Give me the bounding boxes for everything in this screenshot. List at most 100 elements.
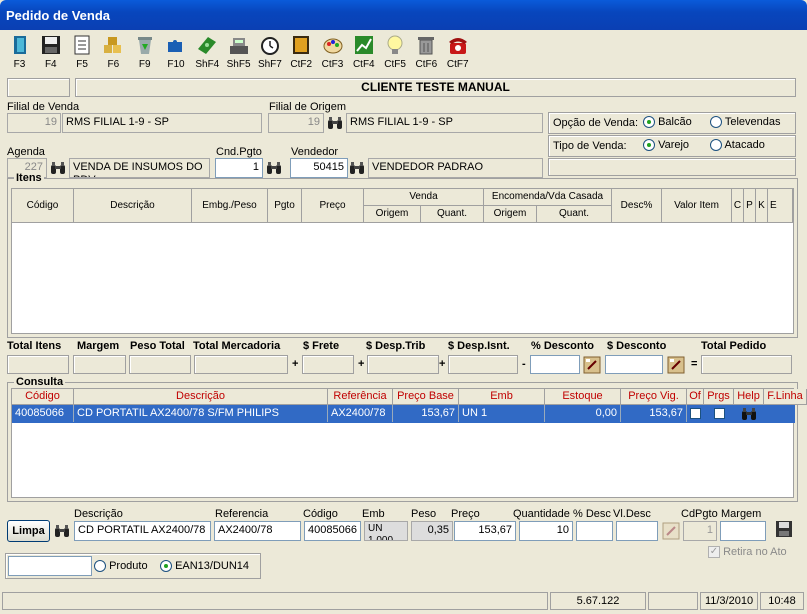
consulta-group: Consulta Código Descrição Referência Preço … — [7, 376, 807, 502]
itens-col-venda-origem[interactable]: Origem — [364, 206, 421, 223]
equals-sign: = — [691, 358, 698, 370]
toolbar-button-ctf6[interactable]: CtF6 — [411, 32, 442, 74]
itens-col-c[interactable]: C — [732, 189, 744, 223]
vendedor-code[interactable]: 50415 — [290, 158, 348, 178]
radio-varejo[interactable]: Varejo — [643, 139, 689, 152]
itens-col-codigo[interactable]: Código — [12, 189, 74, 223]
radio-balcao[interactable]: Balcão — [643, 116, 692, 129]
binoculars-icon[interactable] — [50, 160, 66, 176]
prgs-checkbox[interactable] — [713, 408, 725, 419]
itens-col-venda-quant[interactable]: Quant. — [421, 206, 484, 223]
vl-desc-label: Vl.Desc — [613, 508, 651, 520]
margem-input[interactable] — [720, 521, 766, 541]
limpa-button[interactable]: Limpa — [7, 520, 50, 542]
itens-col-enc-origem[interactable]: Origem — [484, 206, 537, 223]
filial-origem-label: Filial de Origem — [269, 101, 347, 113]
toolbar-button-shf5[interactable]: ShF5 — [223, 32, 254, 74]
itens-col-p[interactable]: P — [744, 189, 756, 223]
consulta-col-3[interactable]: Preço Base — [393, 389, 459, 405]
desconto-input[interactable] — [605, 355, 663, 374]
itens-col-pgto[interactable]: Pgto — [268, 189, 302, 223]
toolbar-key-label: ShF5 — [226, 59, 251, 70]
consulta-col-10[interactable]: F.Linha — [764, 389, 807, 405]
preco-input[interactable]: 153,67 — [454, 521, 516, 541]
consulta-col-2[interactable]: Referência — [328, 389, 393, 405]
toolbar-button-ctf2[interactable]: CtF2 — [286, 32, 317, 74]
toolbar-button-ctf5[interactable]: CtF5 — [380, 32, 411, 74]
toolbar-button-f6[interactable]: F6 — [98, 32, 129, 74]
retira-checkbox[interactable]: ✓ Retira no Ato — [708, 546, 787, 559]
toolbar-button-f9[interactable]: F9 — [129, 32, 160, 74]
toolbar-key-label: F10 — [167, 59, 185, 70]
filial-venda-code[interactable]: 19 — [7, 113, 61, 133]
total-itens-field — [7, 355, 69, 374]
itens-col-encomenda[interactable]: Encomenda/Vda Casada — [484, 189, 612, 206]
save-icon[interactable] — [775, 520, 793, 538]
toolbar-button-ctf4[interactable]: CtF4 — [348, 32, 379, 74]
itens-col-desc[interactable]: Desc% — [612, 189, 662, 223]
radio-ean[interactable]: EAN13/DUN14 — [160, 560, 249, 573]
margem-label: Margem — [721, 508, 762, 520]
binoculars-icon[interactable] — [54, 523, 70, 539]
itens-col-valor[interactable]: Valor Item — [662, 189, 732, 223]
toolbar-button-ctf7[interactable]: CtF7 — [442, 32, 473, 74]
peso-field: 0,35 — [411, 521, 453, 541]
toolbar-key-label: F6 — [107, 59, 120, 70]
itens-col-enc-quant[interactable]: Quant. — [537, 206, 612, 223]
calculator-icon[interactable] — [583, 356, 601, 374]
help-binoculars-icon[interactable] — [741, 406, 757, 425]
quantidade-input[interactable]: 10 — [519, 521, 573, 541]
codigo-label: Código — [303, 508, 338, 520]
itens-col-embg[interactable]: Embg./Peso — [192, 189, 268, 223]
pct-desc-input[interactable] — [576, 521, 613, 541]
toolbar-button-ctf3[interactable]: CtF3 — [317, 32, 348, 74]
consulta-row[interactable]: 40085066 CD PORTATIL AX2400/78 S/FM PHILI… — [12, 405, 795, 423]
consulta-col-8[interactable]: Prgs — [704, 389, 734, 405]
radio-televendas[interactable]: Televendas — [710, 116, 781, 129]
consulta-col-1[interactable]: Descrição — [74, 389, 328, 405]
calculator-icon[interactable] — [662, 522, 680, 540]
codigo-input[interactable]: 40085066 — [304, 521, 361, 541]
consulta-grid[interactable]: Código Descrição Referência Preço Base Emb Es… — [11, 388, 807, 498]
toolbar-key-label: CtF3 — [321, 59, 344, 70]
referencia-input[interactable]: AX2400/78 — [214, 521, 301, 541]
binoculars-icon[interactable] — [327, 115, 343, 131]
cdpgto-field[interactable]: 1 — [683, 521, 717, 541]
consulta-col-6[interactable]: Preço Vig. — [621, 389, 687, 405]
itens-col-descricao[interactable]: Descrição — [74, 189, 192, 223]
itens-col-e[interactable]: E — [768, 189, 793, 223]
radio-atacado[interactable]: Atacado — [710, 139, 765, 152]
of-checkbox[interactable] — [690, 408, 701, 419]
itens-grid[interactable]: Código Descrição Embg./Peso Pgto Preço V… — [11, 188, 794, 334]
descricao-input[interactable]: CD PORTATIL AX2400/78 — [74, 521, 211, 541]
cnd-pgto-input[interactable]: 1 — [215, 158, 263, 178]
toolbar-button-f4[interactable]: F4 — [35, 32, 66, 74]
binoculars-icon[interactable] — [266, 160, 282, 176]
desp-trib-label: $ Desp.Trib — [366, 340, 426, 352]
toolbar-button-f10[interactable]: F10 — [161, 32, 192, 74]
binoculars-icon[interactable] — [349, 160, 365, 176]
toolbar-button-shf7[interactable]: ShF7 — [254, 32, 285, 74]
vl-desc-input[interactable] — [616, 521, 658, 541]
itens-col-preco[interactable]: Preço — [302, 189, 364, 223]
toolbar-button-f3[interactable]: F3 — [4, 32, 35, 74]
barcode-input[interactable] — [8, 556, 92, 576]
itens-col-venda[interactable]: Venda — [364, 189, 484, 206]
radio-produto[interactable]: Produto — [94, 560, 148, 573]
toolbar-button-shf4[interactable]: ShF4 — [192, 32, 223, 74]
consulta-col-4[interactable]: Emb — [459, 389, 545, 405]
consulta-col-9[interactable]: Help — [734, 389, 764, 405]
consulta-col-7[interactable]: Of — [687, 389, 704, 405]
exit-door-icon — [13, 36, 26, 54]
frete-field — [302, 355, 354, 374]
consulta-col-0[interactable]: Código — [12, 389, 74, 405]
itens-col-k[interactable]: K — [756, 189, 768, 223]
toolbar-button-f5[interactable]: F5 — [67, 32, 98, 74]
pct-desconto-input[interactable] — [530, 355, 580, 374]
preco-label: Preço — [451, 508, 480, 520]
recycle-bin-icon — [137, 37, 152, 54]
filial-origem-code[interactable]: 19 — [268, 113, 324, 133]
consulta-col-5[interactable]: Estoque — [545, 389, 621, 405]
calculator-icon[interactable] — [667, 356, 685, 374]
status-time: 10:48 — [760, 592, 804, 610]
